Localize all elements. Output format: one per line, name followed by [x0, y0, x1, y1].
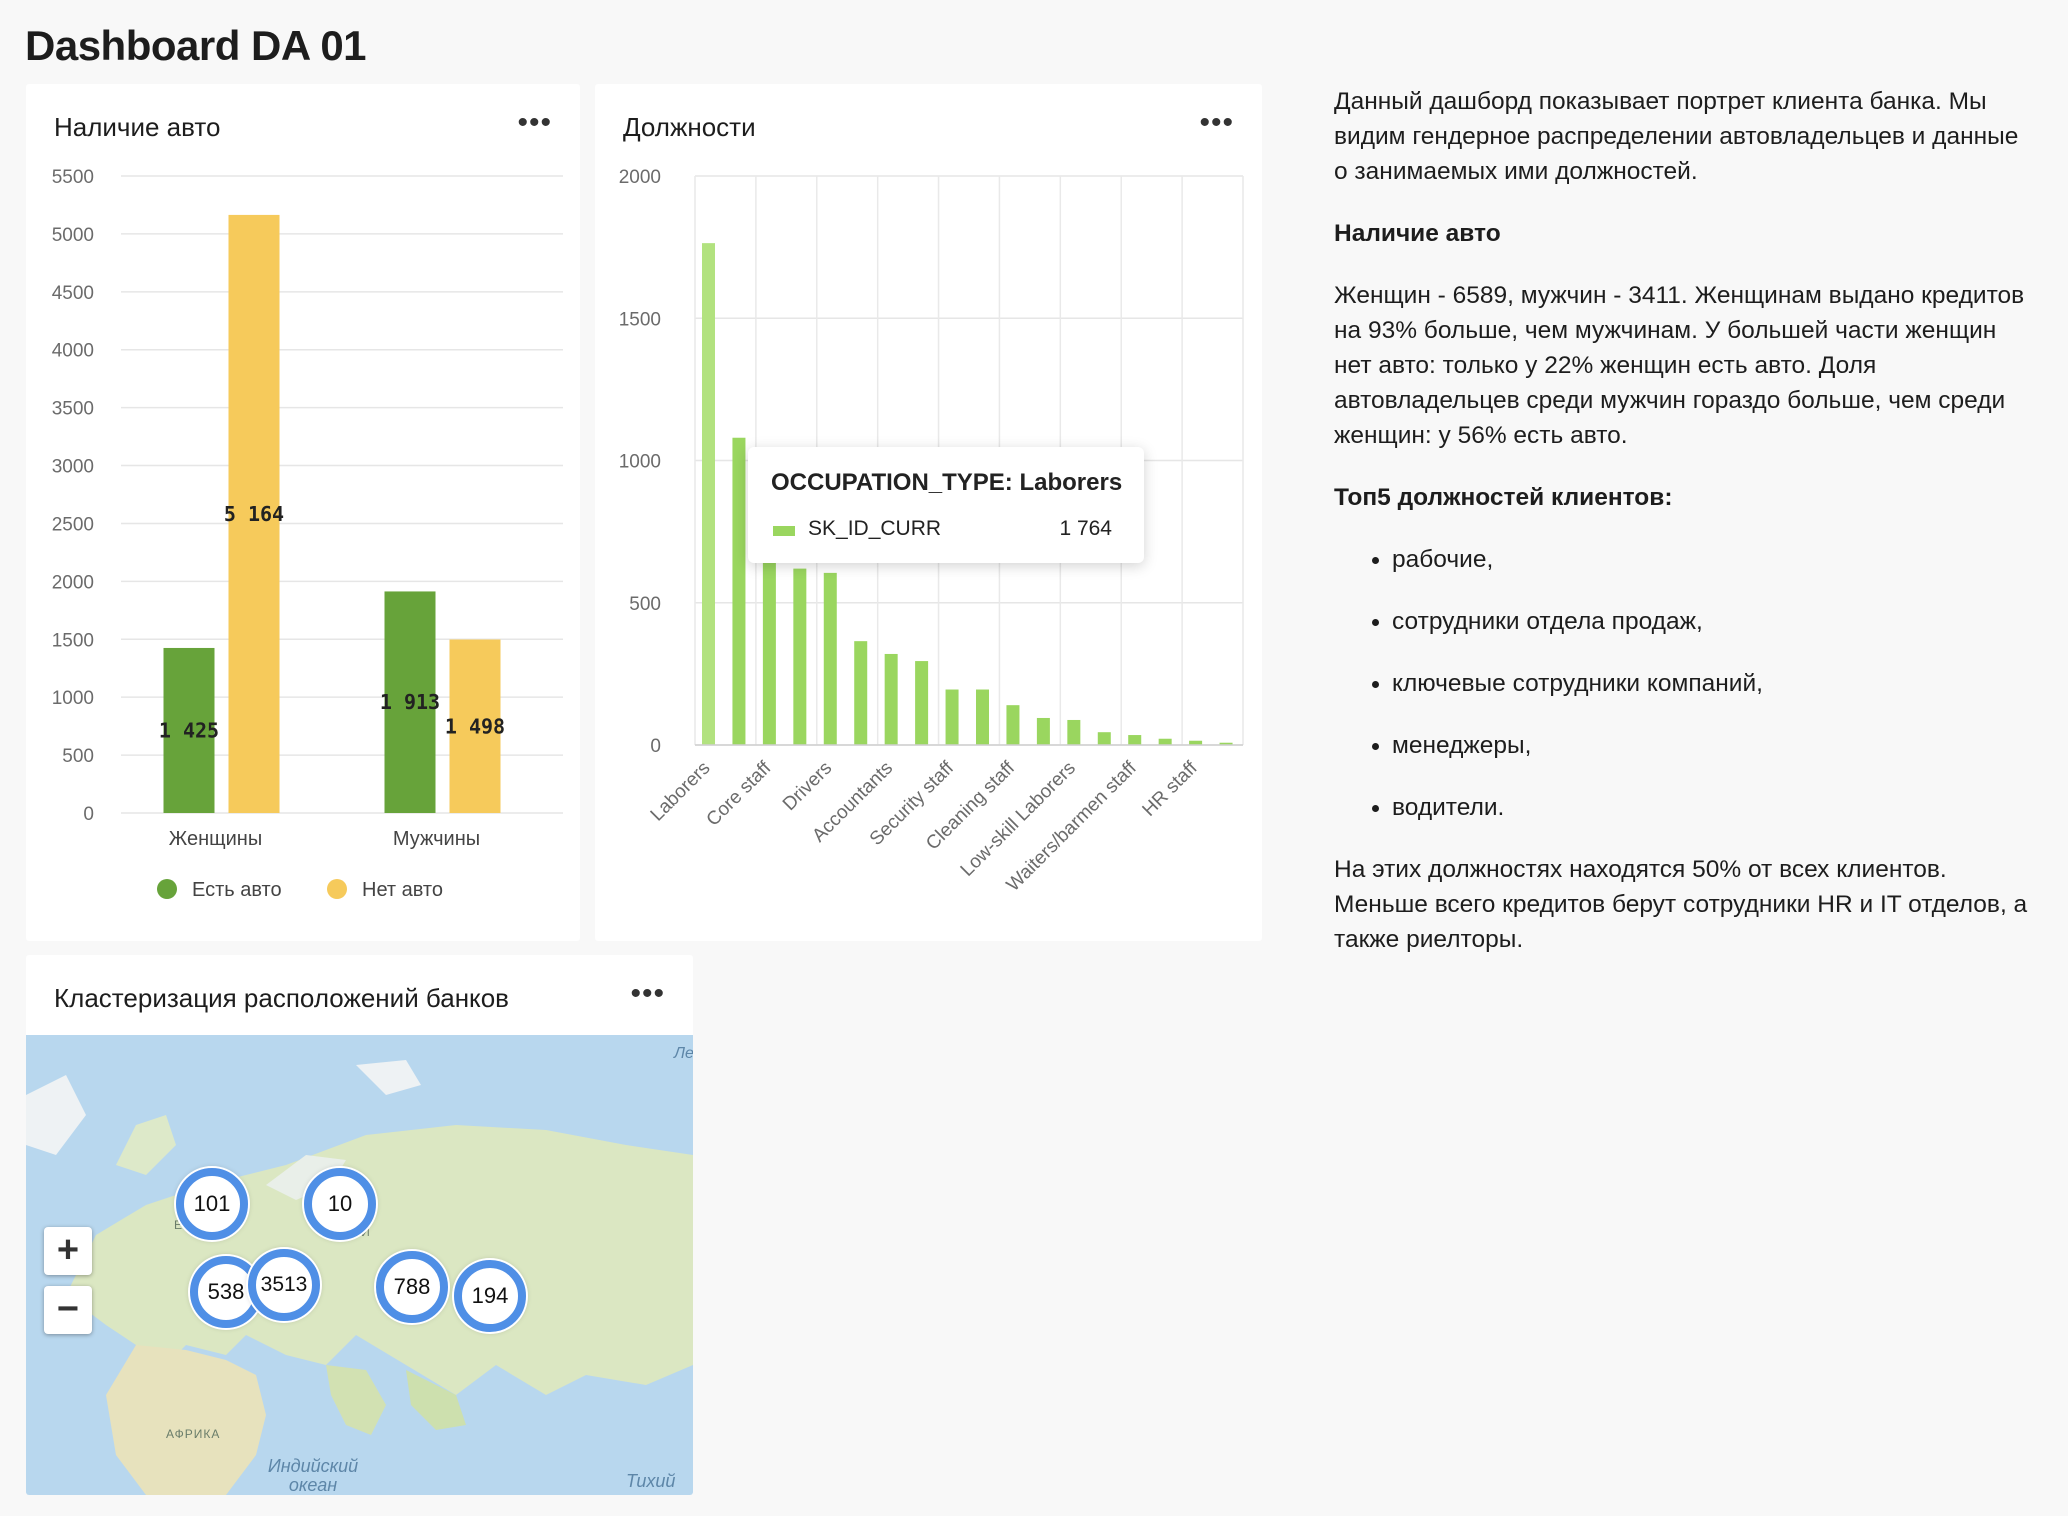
map-canvas[interactable]: ЕВ АЗИ АФРИКА Индийский океан Тихий Ле +…: [26, 1035, 693, 1495]
chart-bar: [976, 689, 989, 745]
bar-data-label: 1 425: [159, 718, 219, 742]
bar-data-label: 1 498: [445, 714, 505, 738]
cars-widget: Наличие авто ••• 0 500 1000 1500 2000 2500 300…: [26, 84, 580, 941]
tooltip-series-swatch: [773, 526, 795, 536]
chart-bar: [1067, 719, 1081, 745]
zoom-in-button[interactable]: +: [44, 1227, 92, 1275]
x-category-label: Женщины: [169, 828, 262, 850]
description-intro: Данный дашборд показывает портрет клиент…: [1334, 88, 2019, 185]
map-background: [26, 1035, 693, 1495]
list-item: менеджеры,: [1392, 728, 2034, 763]
y-tick-label: 500: [629, 594, 661, 615]
y-tick-label: 0: [83, 804, 94, 825]
map-cluster-marker[interactable]: 3513: [248, 1249, 320, 1321]
map-cluster-marker[interactable]: 10: [304, 1168, 376, 1240]
bar-data-label: 5 164: [224, 502, 284, 526]
map-label-indian-ocean: Индийский океан: [267, 1456, 359, 1495]
chart-bar: [1097, 732, 1111, 745]
description-heading-cars: Наличие авто: [1334, 220, 1501, 247]
map-widget: Кластеризация расположений банков ••• ЕВ…: [26, 955, 693, 1495]
x-category-label: Мужчины: [393, 828, 480, 850]
map-label-top-right: Ле: [674, 1045, 693, 1062]
y-tick-label: 1500: [52, 630, 94, 651]
chart-bar: [702, 243, 715, 745]
y-tick-label: 1000: [52, 688, 94, 709]
top5-list: рабочие, сотрудники отдела продаж, ключе…: [1334, 542, 2034, 825]
page-title: Dashboard DA 01: [25, 22, 367, 69]
description-panel: Данный дашборд показывает портрет клиент…: [1334, 84, 2034, 984]
tooltip-value: 1 764: [1059, 517, 1112, 540]
map-cluster-marker[interactable]: 788: [376, 1251, 448, 1323]
x-category-label: Drivers: [779, 758, 836, 815]
legend-marker: [157, 879, 177, 899]
chart-bar: [884, 653, 898, 745]
chart-bar: [945, 689, 959, 745]
legend-marker: [327, 879, 347, 899]
bar-data-label: 1 913: [380, 690, 440, 714]
y-tick-label: 5000: [52, 225, 94, 246]
y-tick-label: 5500: [52, 167, 94, 188]
list-item: сотрудники отдела продаж,: [1392, 604, 2034, 639]
list-item: ключевые сотрудники компаний,: [1392, 666, 2034, 701]
y-tick-label: 2000: [52, 572, 94, 593]
chart-bar: [915, 661, 929, 745]
chart-bar: [1006, 705, 1020, 745]
chart-bar: [823, 572, 837, 745]
x-category-label: HR staff: [1139, 757, 1203, 821]
map-cluster-marker[interactable]: 194: [454, 1260, 526, 1332]
cars-chart: 0 500 1000 1500 2000 2500 3000 3500 4000 4500 5000…: [52, 167, 563, 901]
chart-bar: [793, 568, 807, 745]
description-cars-text: Женщин - 6589, мужчин - 3411. Женщинам в…: [1334, 282, 2025, 449]
y-tick-label: 4500: [52, 283, 94, 304]
y-tick-label: 1500: [619, 309, 661, 330]
zoom-out-button[interactable]: −: [44, 1286, 92, 1334]
chart-bar: [732, 437, 746, 745]
y-tick-label: 2500: [52, 514, 94, 535]
tooltip-series-name: SK_ID_CURR: [808, 517, 942, 540]
y-tick-label: 4000: [52, 341, 94, 362]
x-category-label: Low-skill Laborers: [957, 758, 1080, 881]
list-item: рабочие,: [1392, 542, 2034, 577]
map-cluster-marker[interactable]: 101: [176, 1168, 248, 1240]
chart-bar: [1036, 717, 1050, 745]
list-item: водители.: [1392, 790, 2034, 825]
chart-bar: [762, 540, 776, 745]
map-label-pacific: Тихий: [626, 1471, 676, 1491]
chart-bar: [854, 641, 868, 745]
map-widget-menu-button[interactable]: •••: [630, 977, 665, 1011]
chart-bar: [1128, 735, 1142, 745]
legend-label: Есть авто: [192, 879, 282, 901]
y-tick-label: 2000: [619, 167, 661, 188]
y-tick-label: 1000: [619, 452, 661, 473]
x-category-label: Core staff: [703, 757, 776, 830]
description-conclusion: На этих должностях находятся 50% от всех…: [1334, 856, 2028, 953]
map-label-africa: АФРИКА: [166, 1427, 221, 1441]
legend-label: Нет авто: [362, 879, 443, 901]
y-tick-label: 3000: [52, 457, 94, 478]
chart-bar: [1158, 738, 1172, 745]
y-tick-label: 0: [650, 736, 661, 757]
y-tick-label: 3500: [52, 399, 94, 420]
chart-tooltip: OCCUPATION_TYPE: Laborers SK_ID_CURR 1 7…: [748, 447, 1144, 563]
y-tick-label: 500: [62, 746, 94, 767]
tooltip-title: OCCUPATION_TYPE: Laborers: [771, 469, 1123, 496]
map-widget-title: Кластеризация расположений банков: [54, 983, 509, 1013]
description-heading-top5: Топ5 должностей клиентов:: [1334, 484, 1673, 511]
